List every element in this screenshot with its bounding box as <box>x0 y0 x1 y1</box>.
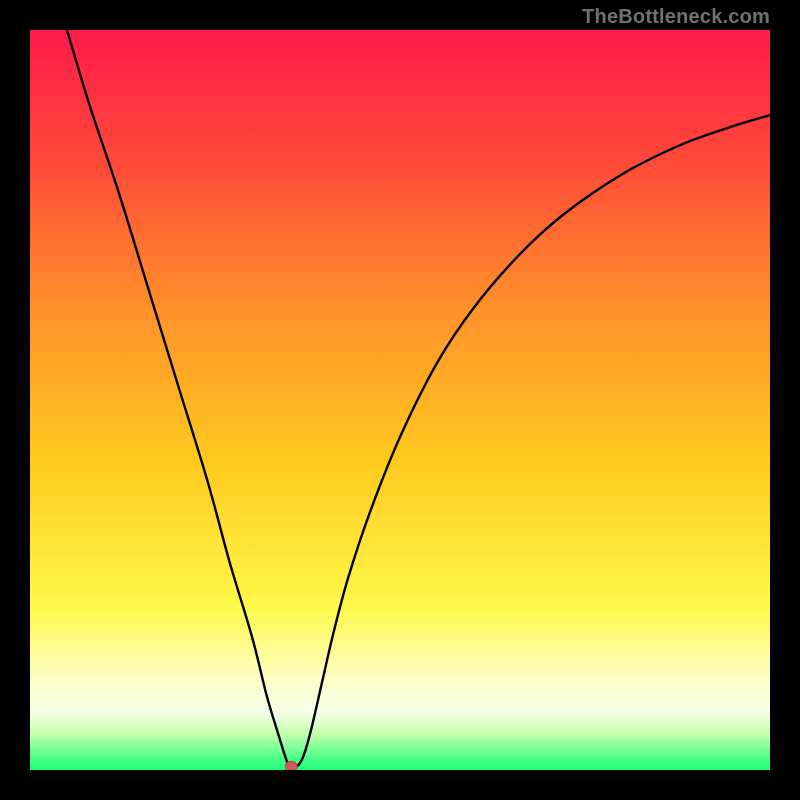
chart-container: { "watermark": "TheBottleneck.com", "col… <box>0 0 800 800</box>
optimal-marker <box>285 761 297 770</box>
chart-svg <box>30 30 770 770</box>
watermark-text: TheBottleneck.com <box>582 6 770 29</box>
gradient-background <box>30 30 770 770</box>
plot-area <box>30 30 770 770</box>
